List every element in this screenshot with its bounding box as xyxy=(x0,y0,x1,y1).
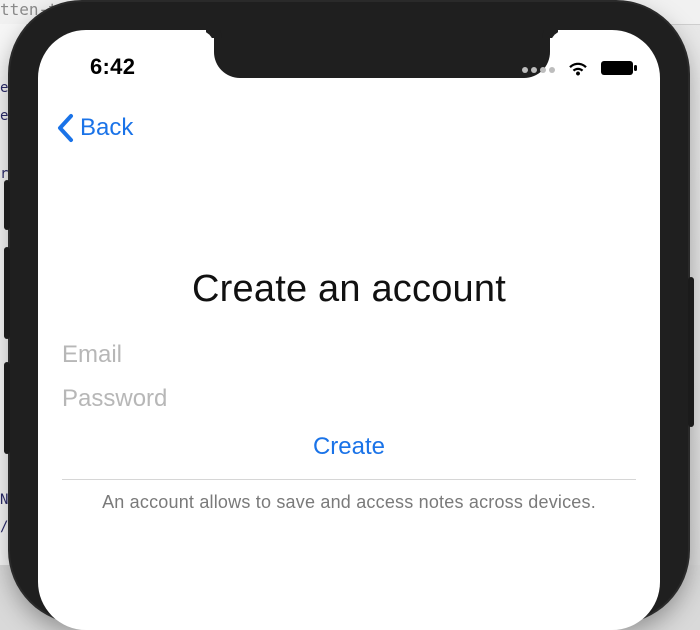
battery-icon xyxy=(600,59,638,77)
device-notch xyxy=(214,30,550,78)
phone-screen: 6:42 Back Create an account Email Create… xyxy=(38,30,660,630)
side-button xyxy=(4,247,10,339)
background-left-glyph: / xyxy=(0,519,9,535)
background-left-glyph: e xyxy=(0,80,9,96)
back-label: Back xyxy=(80,114,134,141)
signal-dot xyxy=(540,67,546,73)
status-icons xyxy=(522,58,638,78)
side-button xyxy=(688,277,694,427)
status-time: 6:42 xyxy=(90,54,136,79)
divider xyxy=(62,479,636,480)
signal-dot xyxy=(531,67,537,73)
signal-dot xyxy=(522,67,528,73)
wifi-icon xyxy=(566,59,590,77)
page-title: Create an account xyxy=(192,268,506,310)
signal-dots-icon xyxy=(522,63,556,73)
background-left-glyph: e xyxy=(0,108,9,124)
phone-device-frame: 6:42 Back Create an account Email Create… xyxy=(4,2,694,630)
signal-dot xyxy=(549,67,555,73)
account-footnote: An account allows to save and access not… xyxy=(102,492,596,512)
create-button[interactable]: Create xyxy=(38,428,660,466)
back-button[interactable]: Back xyxy=(56,113,133,143)
side-button xyxy=(4,362,10,454)
password-field[interactable] xyxy=(62,380,636,418)
background-left-glyph: N xyxy=(0,492,9,508)
email-field[interactable] xyxy=(62,336,636,374)
side-button xyxy=(4,180,10,230)
chevron-left-icon xyxy=(56,113,74,143)
